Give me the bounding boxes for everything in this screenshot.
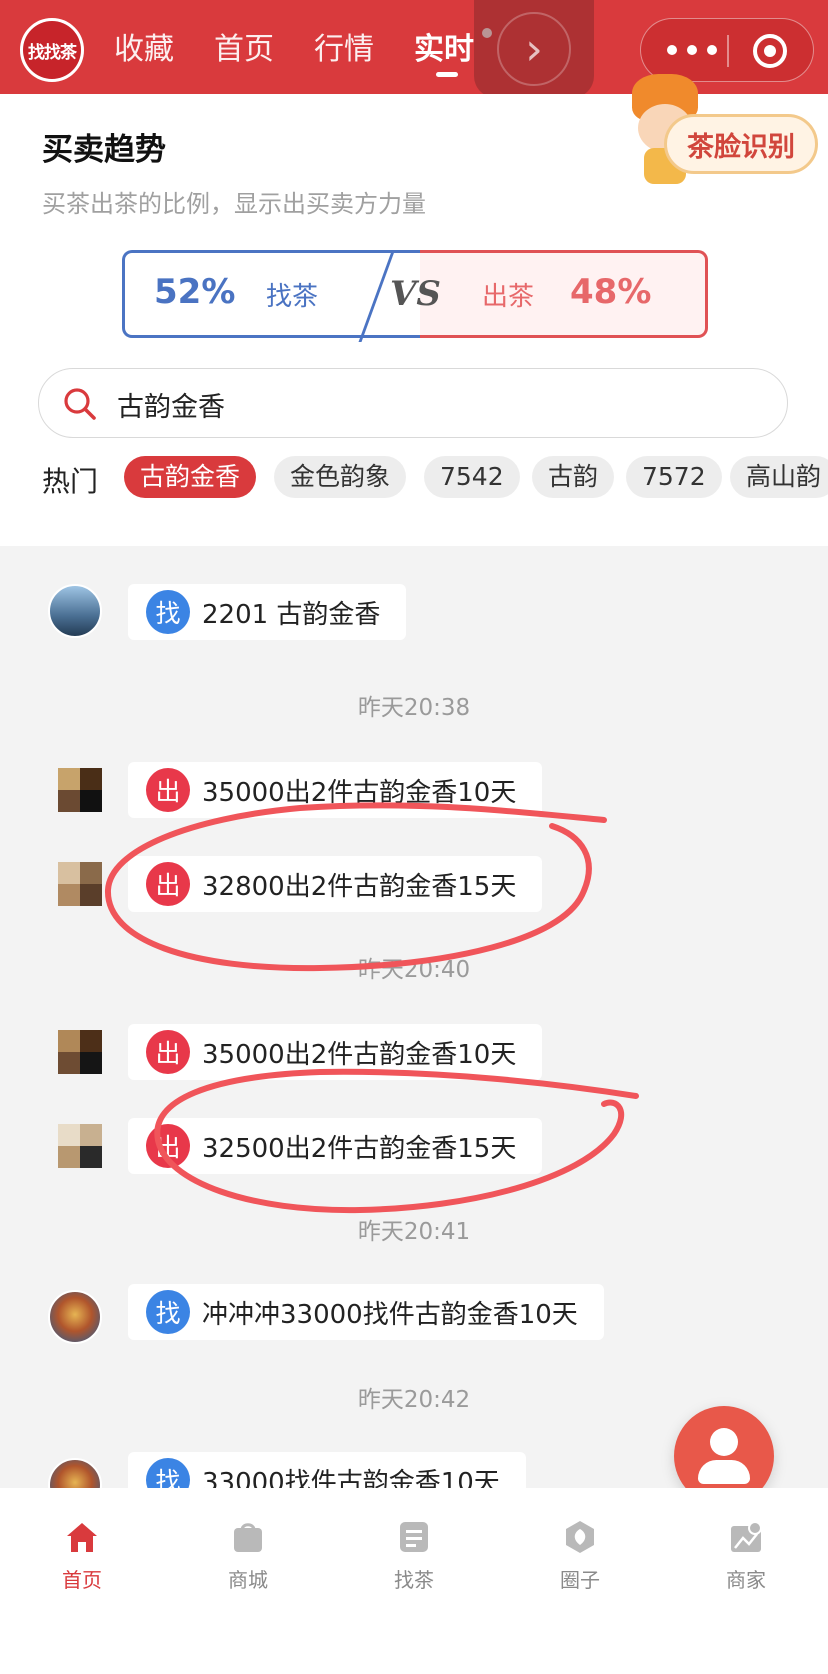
timestamp: 昨天20:38: [357, 695, 471, 721]
capsule-divider: [727, 35, 729, 67]
find-tag: 找: [146, 1458, 190, 1488]
timestamp: 昨天20:40: [357, 957, 471, 983]
tabbar-item-circle[interactable]: 圈子: [530, 1518, 630, 1593]
home-icon: [67, 1523, 97, 1552]
search-value: 古韵金香: [117, 392, 225, 423]
tabbar-label: 找茶: [394, 1568, 434, 1592]
tab-home[interactable]: 首页: [214, 24, 274, 68]
avatar[interactable]: [58, 1124, 102, 1168]
message-bubble[interactable]: 出 32500出2件古韵金香15天: [128, 1118, 543, 1174]
buy-label: 找茶: [266, 282, 319, 312]
chevron-right-icon: ›: [497, 12, 571, 86]
document-list-icon: [400, 1522, 428, 1552]
tab-realtime[interactable]: 实时: [414, 24, 474, 68]
sell-tag: 出: [146, 1124, 190, 1168]
tabbar-item-mall[interactable]: 商城: [198, 1518, 298, 1593]
hot-chip[interactable]: 古韵: [532, 456, 615, 498]
sell-tag: 出: [146, 1030, 190, 1074]
tabbar-item-merchant[interactable]: 商家: [696, 1518, 796, 1593]
hot-chip[interactable]: 7572: [626, 456, 722, 498]
find-tag: 找: [146, 590, 190, 634]
search-input[interactable]: 古韵金香: [38, 368, 788, 438]
sell-percent: 48%: [570, 272, 652, 312]
message-text: 冲冲冲33000找件古韵金香10天: [202, 1299, 578, 1330]
message-bubble[interactable]: 找 2201 古韵金香: [128, 584, 407, 640]
avatar[interactable]: [58, 768, 102, 812]
hot-chip[interactable]: 高山韵: [730, 456, 828, 498]
map-pin-icon: [731, 1521, 762, 1552]
logo-text: 找找茶: [23, 21, 81, 79]
trend-panel: 买卖趋势 买茶出茶的比例，显示出买卖方力量 茶脸识别 52% 找茶 VS 出茶 …: [0, 74, 828, 546]
search-icon: [64, 388, 96, 420]
message-bubble[interactable]: 找 33000找件古韵金香10天: [128, 1452, 526, 1488]
tab-market[interactable]: 行情: [314, 24, 374, 68]
hot-chip[interactable]: 7542: [424, 456, 520, 498]
tabbar-label: 圈子: [560, 1568, 600, 1592]
user-icon: [710, 1428, 738, 1456]
message-bubble[interactable]: 出 32800出2件古韵金香15天: [128, 856, 543, 912]
message-text: 35000出2件古韵金香10天: [202, 777, 517, 808]
bottom-tabbar: 首页 商城 找茶 圈子 商家: [0, 1488, 828, 1674]
message-text: 2201 古韵金香: [202, 599, 381, 630]
sell-label: 出茶: [482, 282, 535, 312]
tea-face-recognition-button[interactable]: 茶脸识别: [664, 114, 818, 174]
sell-tag: 出: [146, 768, 190, 812]
realtime-feed: 找 2201 古韵金香 昨天20:38 出 35000出2件古韵金香10天 出 …: [0, 546, 828, 1488]
avatar[interactable]: [58, 862, 102, 906]
message-bubble[interactable]: 找 冲冲冲33000找件古韵金香10天: [128, 1284, 604, 1340]
tab-favorites[interactable]: 收藏: [114, 24, 174, 68]
buy-percent: 52%: [154, 272, 236, 312]
hot-chip[interactable]: 金色韵象: [274, 456, 407, 498]
timestamp: 昨天20:41: [357, 1219, 471, 1245]
find-tag: 找: [146, 1290, 190, 1334]
message-bubble[interactable]: 出 35000出2件古韵金香10天: [128, 762, 543, 818]
app-logo[interactable]: 找找茶: [20, 18, 84, 82]
buy-sell-ratio: 52% 找茶 VS 出茶 48%: [122, 250, 708, 342]
avatar[interactable]: [48, 1290, 102, 1344]
message-text: 33000找件古韵金香10天: [202, 1467, 500, 1489]
avatar[interactable]: [58, 1030, 102, 1074]
tabbar-label: 商家: [726, 1568, 766, 1592]
shopping-bag-icon: [234, 1523, 262, 1552]
vs-label: VS: [390, 274, 441, 314]
more-dots-icon[interactable]: [667, 35, 717, 65]
message-text: 35000出2件古韵金香10天: [202, 1039, 517, 1070]
message-bubble[interactable]: 出 35000出2件古韵金香10天: [128, 1024, 543, 1080]
sell-side-box: [420, 250, 708, 338]
section-subtitle: 买茶出茶的比例，显示出买卖方力量: [42, 190, 426, 218]
message-text: 32800出2件古韵金香15天: [202, 871, 517, 902]
tabbar-item-find-tea[interactable]: 找茶: [364, 1518, 464, 1593]
avatar[interactable]: [48, 1458, 102, 1488]
hot-chip[interactable]: 古韵金香: [124, 456, 257, 498]
sell-tag: 出: [146, 862, 190, 906]
section-title: 买卖趋势: [42, 132, 166, 168]
tabbar-item-home[interactable]: 首页: [32, 1518, 132, 1593]
miniprogram-capsule: [640, 18, 814, 82]
avatar[interactable]: [48, 584, 102, 638]
close-target-icon[interactable]: [753, 34, 787, 68]
tabs-scroll-button[interactable]: ›: [474, 0, 594, 98]
active-tab-indicator: [436, 72, 458, 77]
leaf-hexagon-icon: [566, 1521, 594, 1553]
hot-label: 热门: [42, 465, 99, 498]
tabbar-label: 首页: [62, 1568, 102, 1592]
tabbar-label: 商城: [228, 1568, 268, 1592]
message-text: 32500出2件古韵金香15天: [202, 1133, 517, 1164]
